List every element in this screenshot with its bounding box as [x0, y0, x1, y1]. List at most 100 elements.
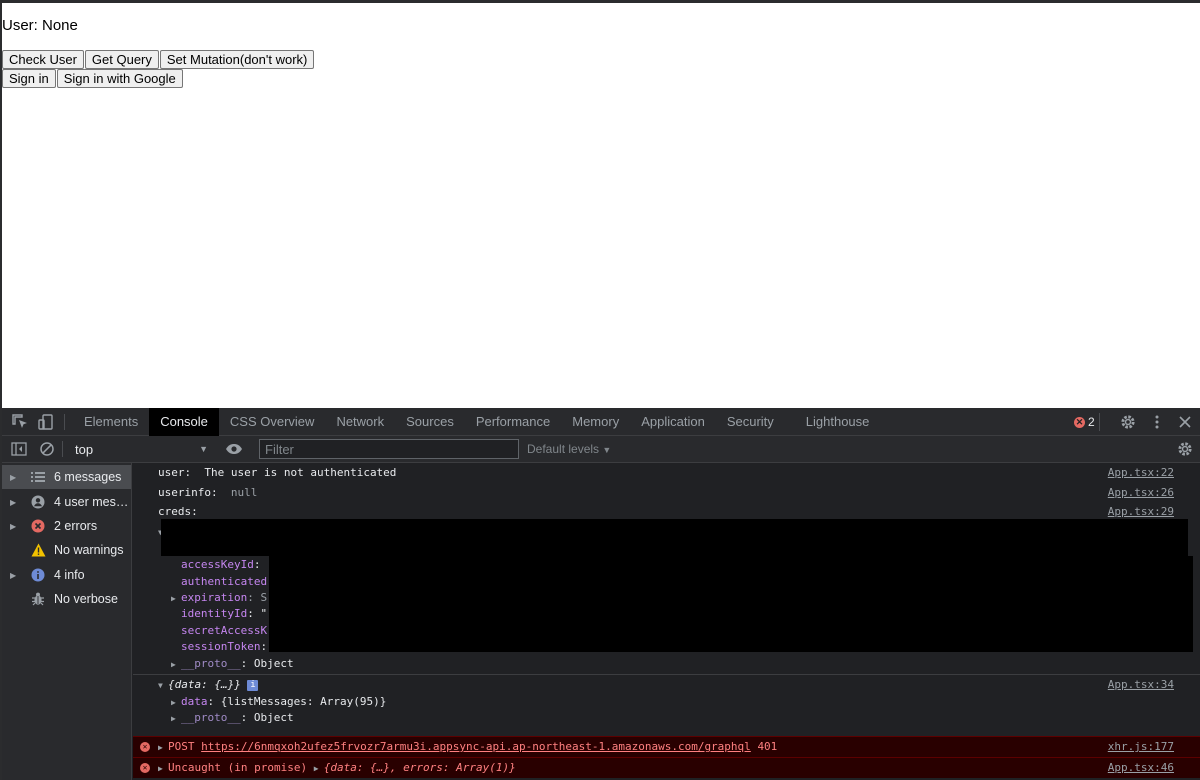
sidebar-toggle-icon[interactable] — [10, 440, 28, 458]
console-output: user: The user is not authenticated App.… — [133, 463, 1200, 780]
source-link[interactable]: App.tsx:26 — [1108, 486, 1174, 499]
sign-in-button[interactable]: Sign in — [2, 69, 56, 88]
info-badge-icon: i — [247, 679, 259, 691]
tab-memory[interactable]: Memory — [561, 408, 630, 436]
list-icon — [30, 469, 46, 485]
log-levels-dropdown[interactable]: Default levels ▼ — [527, 440, 611, 460]
sidebar-item-label: No warnings — [54, 543, 124, 557]
device-toolbar-icon[interactable] — [37, 413, 55, 431]
tab-security[interactable]: Security — [716, 408, 785, 436]
prop-key: __proto__ — [181, 657, 241, 670]
prop-proto[interactable]: ▶ __proto__: Object — [171, 711, 1200, 724]
sidebar-item-label: No verbose — [54, 592, 118, 606]
log-key: creds: — [158, 505, 198, 518]
user-status: User: None — [2, 17, 78, 34]
toolbar-separator — [62, 441, 63, 457]
tab-lighthouse[interactable]: Lighthouse — [795, 408, 881, 436]
error-object: {data: {…}, errors: Array(1)} — [323, 761, 516, 774]
expand-arrow-icon: ▶ — [171, 714, 176, 723]
filter-input[interactable] — [259, 439, 519, 459]
sign-in-google-button[interactable]: Sign in with Google — [56, 69, 183, 88]
caret-down-icon: ▼ — [199, 444, 208, 454]
request-url-link[interactable]: https://6nmqxoh2ufez5frvozr7armu3i.appsy… — [201, 740, 751, 753]
more-options-icon[interactable] — [1148, 413, 1166, 431]
log-line-userinfo: userinfo: null — [158, 486, 1200, 499]
error-message: Uncaught (in promise) — [168, 761, 308, 774]
close-icon[interactable] — [1176, 413, 1194, 431]
expand-arrow-icon: ▶ — [10, 472, 17, 482]
tab-elements[interactable]: Elements — [73, 408, 149, 436]
error-count-badge[interactable]: ✕ 2 — [1070, 413, 1100, 431]
set-mutation-button[interactable]: Set Mutation(don't work) — [159, 50, 315, 69]
tab-console[interactable]: Console — [149, 408, 219, 436]
inspect-element-icon[interactable] — [11, 413, 29, 431]
sidebar-item-label: 4 user messages — [54, 495, 130, 509]
tab-css-overview[interactable]: CSS Overview — [219, 408, 326, 436]
log-line-creds: creds: — [158, 505, 1200, 518]
tab-network[interactable]: Network — [325, 408, 395, 436]
status-code: 401 — [757, 740, 778, 753]
sidebar-item-messages[interactable]: ▶ 6 messages — [2, 465, 131, 489]
get-query-button[interactable]: Get Query — [84, 50, 159, 69]
tabbar-separator — [64, 414, 65, 430]
prop-value: Object — [253, 711, 294, 724]
prop-suffix: : — [260, 640, 268, 653]
expand-arrow-icon: ▶ — [158, 743, 163, 752]
prop-suffix: : S — [247, 591, 268, 604]
error-icon: ✕ — [140, 763, 150, 773]
expand-arrow-icon: ▶ — [10, 497, 17, 507]
levels-label: Default levels — [527, 442, 600, 456]
bug-icon — [30, 591, 46, 607]
sidebar-item-warnings[interactable]: No warnings — [2, 538, 131, 562]
source-link[interactable]: xhr.js:177 — [1108, 740, 1174, 753]
expand-arrow-icon: ▶ — [171, 594, 176, 603]
clear-console-icon[interactable] — [38, 440, 56, 458]
settings-gear-icon[interactable] — [1119, 413, 1137, 431]
caret-down-icon: ▼ — [602, 445, 612, 455]
expand-arrow-icon: ▶ — [158, 764, 163, 773]
expand-arrow-icon[interactable]: ▶ — [314, 764, 324, 773]
prop-key: __proto__ — [181, 711, 241, 724]
prop-suffix: : — [253, 558, 261, 571]
sidebar-item-user-messages[interactable]: ▶ 4 user messages — [2, 490, 131, 514]
console-settings-gear-icon[interactable] — [1176, 440, 1194, 458]
source-link[interactable]: App.tsx:29 — [1108, 505, 1174, 518]
page-content: User: None Check User Get Query Set Muta… — [2, 3, 1200, 408]
sidebar-item-info[interactable]: ▶ 4 info — [2, 563, 131, 587]
error-icon: ✕ — [140, 742, 150, 752]
prop-proto[interactable]: ▶ __proto__: Object — [171, 657, 1200, 670]
devtools-tabs: Elements Console CSS Overview Network So… — [73, 408, 880, 436]
error-icon — [30, 518, 46, 534]
tab-performance[interactable]: Performance — [465, 408, 561, 436]
sidebar-item-label: 4 info — [54, 568, 85, 582]
prop-key: authenticated — [181, 575, 268, 588]
prop-suffix: : " — [247, 607, 268, 620]
tab-sources[interactable]: Sources — [395, 408, 465, 436]
redacted-block — [161, 519, 1188, 556]
expand-arrow-icon: ▶ — [10, 521, 17, 531]
log-line-user: user: The user is not authenticated — [158, 466, 1200, 479]
devtools-panel: Elements Console CSS Overview Network So… — [2, 408, 1200, 780]
console-sidebar: ▶ 6 messages ▶ 4 user messages ▶ 2 error… — [2, 463, 132, 780]
error-icon: ✕ — [1074, 416, 1085, 428]
source-link[interactable]: App.tsx:22 — [1108, 466, 1174, 479]
prop-key: identityId — [181, 607, 248, 620]
eye-icon[interactable] — [225, 440, 243, 458]
source-link[interactable]: App.tsx:34 — [1108, 678, 1174, 691]
source-link[interactable]: App.tsx:46 — [1108, 761, 1174, 774]
sidebar-item-label: 6 messages — [54, 470, 122, 484]
prop-value: {listMessages: Array(95)} — [220, 695, 387, 708]
log-divider — [133, 674, 1200, 675]
log-line-data-object[interactable]: ▼ {data: {…}} i — [158, 678, 1200, 691]
tab-application[interactable]: Application — [630, 408, 716, 436]
info-icon — [30, 567, 46, 583]
user-icon — [30, 494, 46, 510]
prop-key: sessionToken — [181, 640, 261, 653]
sidebar-item-verbose[interactable]: No verbose — [2, 587, 131, 611]
context-selector[interactable]: top ▼ — [66, 440, 212, 459]
devtools-tabbar: Elements Console CSS Overview Network So… — [2, 408, 1200, 436]
sidebar-item-errors[interactable]: ▶ 2 errors — [2, 514, 131, 538]
prop-data[interactable]: ▶ data: {listMessages: Array(95)} — [171, 695, 1200, 708]
prop-key: expiration — [181, 591, 248, 604]
check-user-button[interactable]: Check User — [2, 50, 84, 69]
